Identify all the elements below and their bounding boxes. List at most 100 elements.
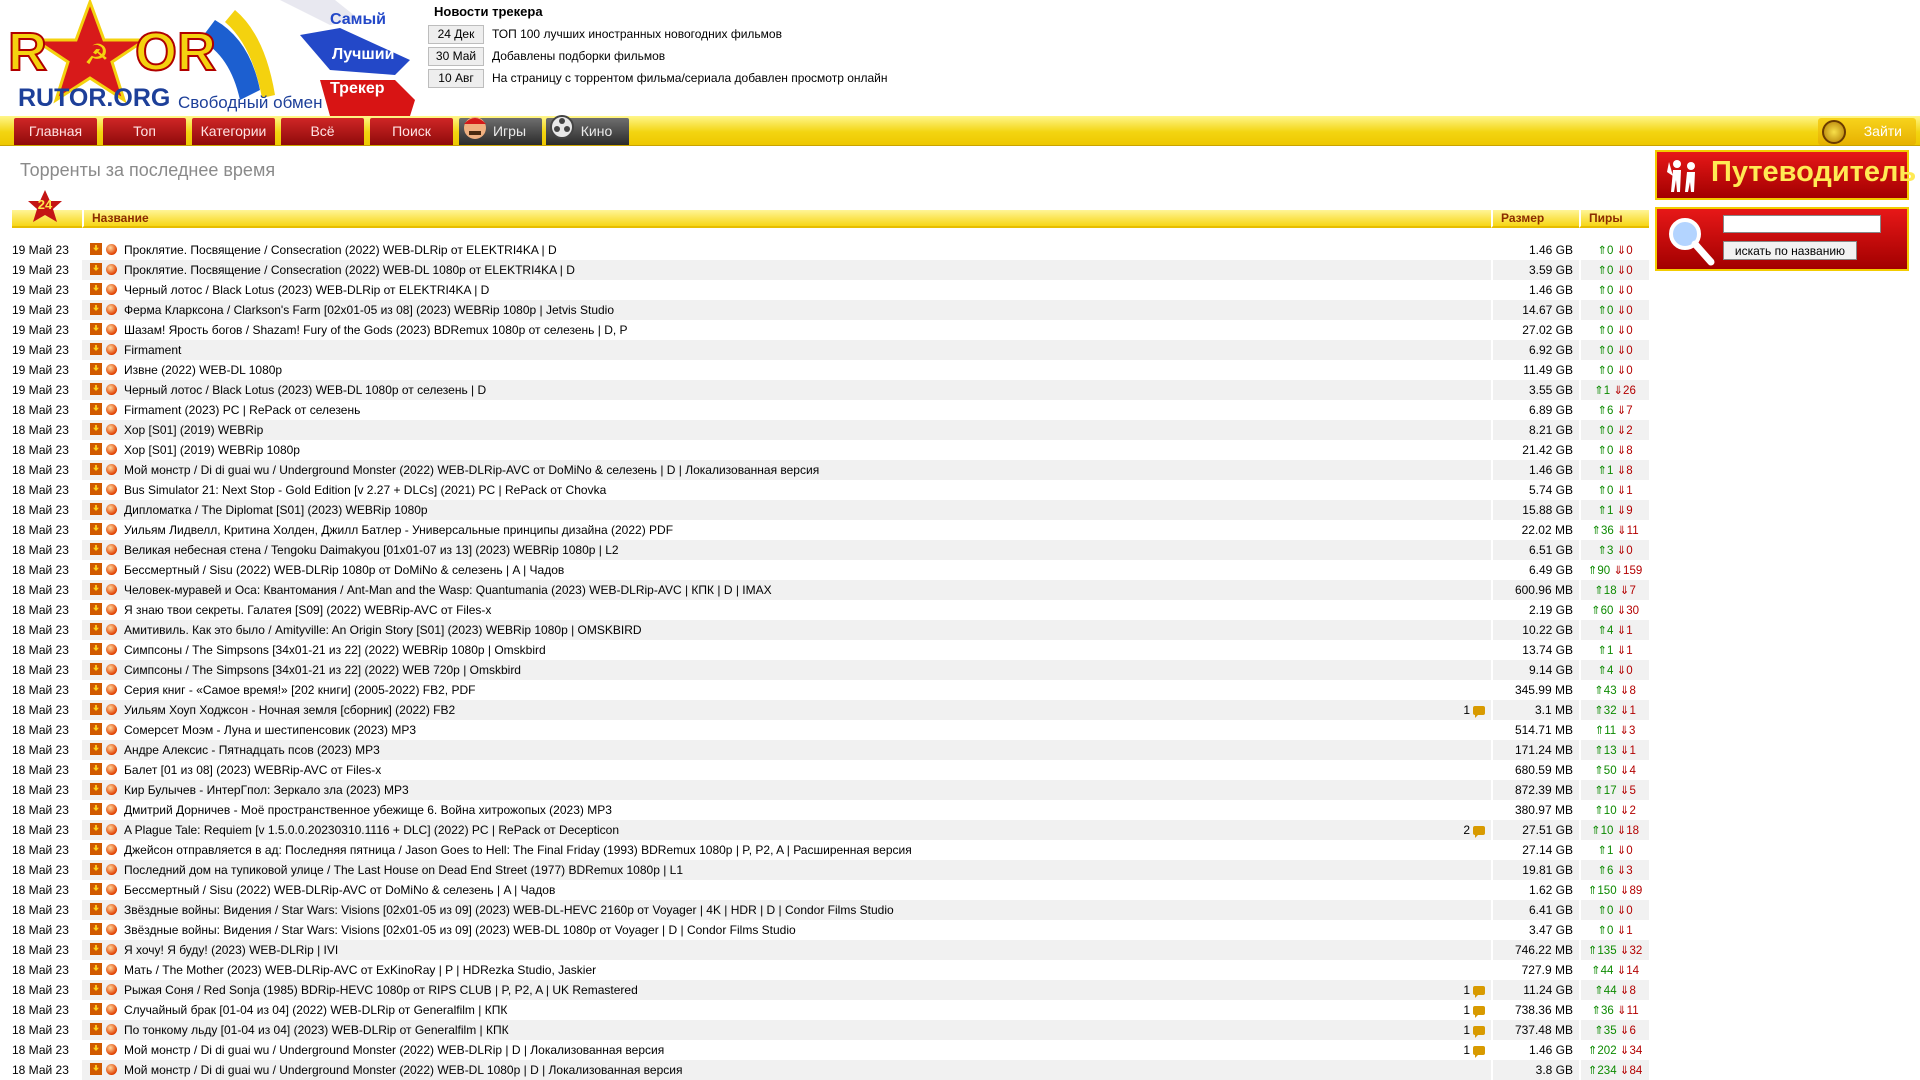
download-icon[interactable]	[90, 283, 102, 295]
download-icon[interactable]	[90, 503, 102, 515]
download-icon[interactable]	[90, 343, 102, 355]
torrent-link[interactable]: Рыжая Соня / Red Sonja (1985) BDRip-HEVC…	[124, 983, 638, 997]
magnet-icon[interactable]	[106, 744, 117, 755]
torrent-link[interactable]: Firmament (2023) PC | RePack от селезень	[124, 403, 360, 417]
magnet-icon[interactable]	[106, 1044, 117, 1055]
download-icon[interactable]	[90, 1023, 102, 1035]
torrent-link[interactable]: Серия книг - «Самое время!» [202 книги] …	[124, 683, 475, 697]
magnet-icon[interactable]	[106, 444, 117, 455]
row-comments[interactable]: 2	[1443, 820, 1491, 840]
torrent-link[interactable]: Бессмертный / Sisu (2022) WEB-DLRip-AVC …	[124, 883, 555, 897]
torrent-link[interactable]: Андре Алексис - Пятнадцать псов (2023) M…	[124, 743, 380, 757]
torrent-link[interactable]: Человек-муравей и Оса: Квантомания / Ant…	[124, 583, 772, 597]
magnet-icon[interactable]	[106, 324, 117, 335]
login-button[interactable]: Зайти	[1818, 118, 1916, 145]
download-icon[interactable]	[90, 543, 102, 555]
magnet-icon[interactable]	[106, 904, 117, 915]
magnet-icon[interactable]	[106, 504, 117, 515]
torrent-link[interactable]: Дмитрий Дорничев - Моё пространственное …	[124, 803, 612, 817]
torrent-link[interactable]: Амитивиль. Как это было / Amityville: An…	[124, 623, 642, 637]
magnet-icon[interactable]	[106, 804, 117, 815]
magnet-icon[interactable]	[106, 1064, 117, 1075]
torrent-link[interactable]: Bus Simulator 21: Next Stop - Gold Editi…	[124, 483, 606, 497]
download-icon[interactable]	[90, 423, 102, 435]
download-icon[interactable]	[90, 623, 102, 635]
download-icon[interactable]	[90, 723, 102, 735]
tab-all[interactable]: Всё	[281, 118, 364, 145]
download-icon[interactable]	[90, 983, 102, 995]
download-icon[interactable]	[90, 903, 102, 915]
magnet-icon[interactable]	[106, 424, 117, 435]
download-icon[interactable]	[90, 963, 102, 975]
torrent-link[interactable]: Звёздные войны: Видения / Star Wars: Vis…	[124, 923, 796, 937]
magnet-icon[interactable]	[106, 344, 117, 355]
tab-search[interactable]: Поиск	[370, 118, 453, 145]
site-logo[interactable]: R OR ☭ Самый Лучший Трекер RUTOR.ORG Сво…	[0, 0, 420, 116]
magnet-icon[interactable]	[106, 764, 117, 775]
torrent-link[interactable]: Великая небесная стена / Tengoku Daimaky…	[124, 543, 619, 557]
magnet-icon[interactable]	[106, 664, 117, 675]
torrent-link[interactable]: Firmament	[124, 343, 181, 357]
torrent-link[interactable]: Черный лотос / Black Lotus (2023) WEB-DL…	[124, 283, 489, 297]
download-icon[interactable]	[90, 323, 102, 335]
magnet-icon[interactable]	[106, 984, 117, 995]
torrent-link[interactable]: По тонкому льду [01-04 из 04] (2023) WEB…	[124, 1023, 509, 1037]
tab-kino[interactable]: Кино	[546, 115, 629, 145]
download-icon[interactable]	[90, 843, 102, 855]
torrent-link[interactable]: Извне (2022) WEB-DL 1080p	[124, 363, 282, 377]
download-icon[interactable]	[90, 683, 102, 695]
magnet-icon[interactable]	[106, 484, 117, 495]
magnet-icon[interactable]	[106, 464, 117, 475]
magnet-icon[interactable]	[106, 844, 117, 855]
guide-banner[interactable]: Путеводитель	[1655, 150, 1916, 200]
torrent-link[interactable]: Мать / The Mother (2023) WEB-DLRip-AVC о…	[124, 963, 596, 977]
download-icon[interactable]	[90, 483, 102, 495]
download-icon[interactable]	[90, 603, 102, 615]
magnet-icon[interactable]	[106, 924, 117, 935]
download-icon[interactable]	[90, 883, 102, 895]
magnet-icon[interactable]	[106, 544, 117, 555]
download-icon[interactable]	[90, 1003, 102, 1015]
torrent-link[interactable]: Уильям Хоуп Ходжсон - Ночная земля [сбор…	[124, 703, 455, 717]
search-input[interactable]	[1723, 215, 1881, 233]
magnet-icon[interactable]	[106, 964, 117, 975]
magnet-icon[interactable]	[106, 404, 117, 415]
magnet-icon[interactable]	[106, 624, 117, 635]
magnet-icon[interactable]	[106, 1004, 117, 1015]
torrent-link[interactable]: Звёздные войны: Видения / Star Wars: Vis…	[124, 903, 894, 917]
magnet-icon[interactable]	[106, 524, 117, 535]
torrent-link[interactable]: Ферма Кларксона / Clarkson's Farm [02x01…	[124, 303, 614, 317]
download-icon[interactable]	[90, 743, 102, 755]
torrent-link[interactable]: Хор [S01] (2019) WEBRip	[124, 423, 263, 437]
search-by-name-button[interactable]: искать по названию	[1723, 241, 1857, 260]
torrent-link[interactable]: A Plague Tale: Requiem [v 1.5.0.0.202303…	[124, 823, 619, 837]
torrent-link[interactable]: Симпсоны / The Simpsons [34x01-21 из 22]…	[124, 663, 521, 677]
download-icon[interactable]	[90, 763, 102, 775]
torrent-link[interactable]: Бессмертный / Sisu (2022) WEB-DLRip 1080…	[124, 563, 564, 577]
row-comments[interactable]: 1	[1443, 1040, 1491, 1060]
download-icon[interactable]	[90, 383, 102, 395]
magnet-icon[interactable]	[106, 684, 117, 695]
download-icon[interactable]	[90, 363, 102, 375]
magnet-icon[interactable]	[106, 244, 117, 255]
tab-categories[interactable]: Категории	[192, 118, 275, 145]
torrent-link[interactable]: Мой монстр / Di di guai wu / Underground…	[124, 463, 819, 477]
torrent-link[interactable]: Уильям Лидвелл, Критина Холден, Джилл Ба…	[124, 523, 673, 537]
magnet-icon[interactable]	[106, 304, 117, 315]
tab-games[interactable]: Игры	[459, 117, 542, 145]
download-icon[interactable]	[90, 523, 102, 535]
torrent-link[interactable]: Шазам! Ярость богов / Shazam! Fury of th…	[124, 323, 628, 337]
magnet-icon[interactable]	[106, 724, 117, 735]
download-icon[interactable]	[90, 663, 102, 675]
row-comments[interactable]: 1	[1443, 700, 1491, 720]
torrent-link[interactable]: Сомерсет Моэм - Луна и шестипенсовик (20…	[124, 723, 416, 737]
torrent-link[interactable]: Случайный брак [01-04 из 04] (2022) WEB-…	[124, 1003, 507, 1017]
news-link[interactable]: На страницу с торрентом фильма/сериала д…	[492, 71, 888, 85]
download-icon[interactable]	[90, 1043, 102, 1055]
torrent-link[interactable]: Балет [01 из 08] (2023) WEBRip-AVC от Fi…	[124, 763, 381, 777]
torrent-link[interactable]: Проклятие. Посвящение / Consecration (20…	[124, 263, 575, 277]
torrent-link[interactable]: Джейсон отправляется в ад: Последняя пят…	[124, 843, 912, 857]
torrent-link[interactable]: Я знаю твои секреты. Галатея [S09] (2022…	[124, 603, 491, 617]
magnet-icon[interactable]	[106, 1024, 117, 1035]
torrent-link[interactable]: Дипломатка / The Diplomat [S01] (2023) W…	[124, 503, 428, 517]
